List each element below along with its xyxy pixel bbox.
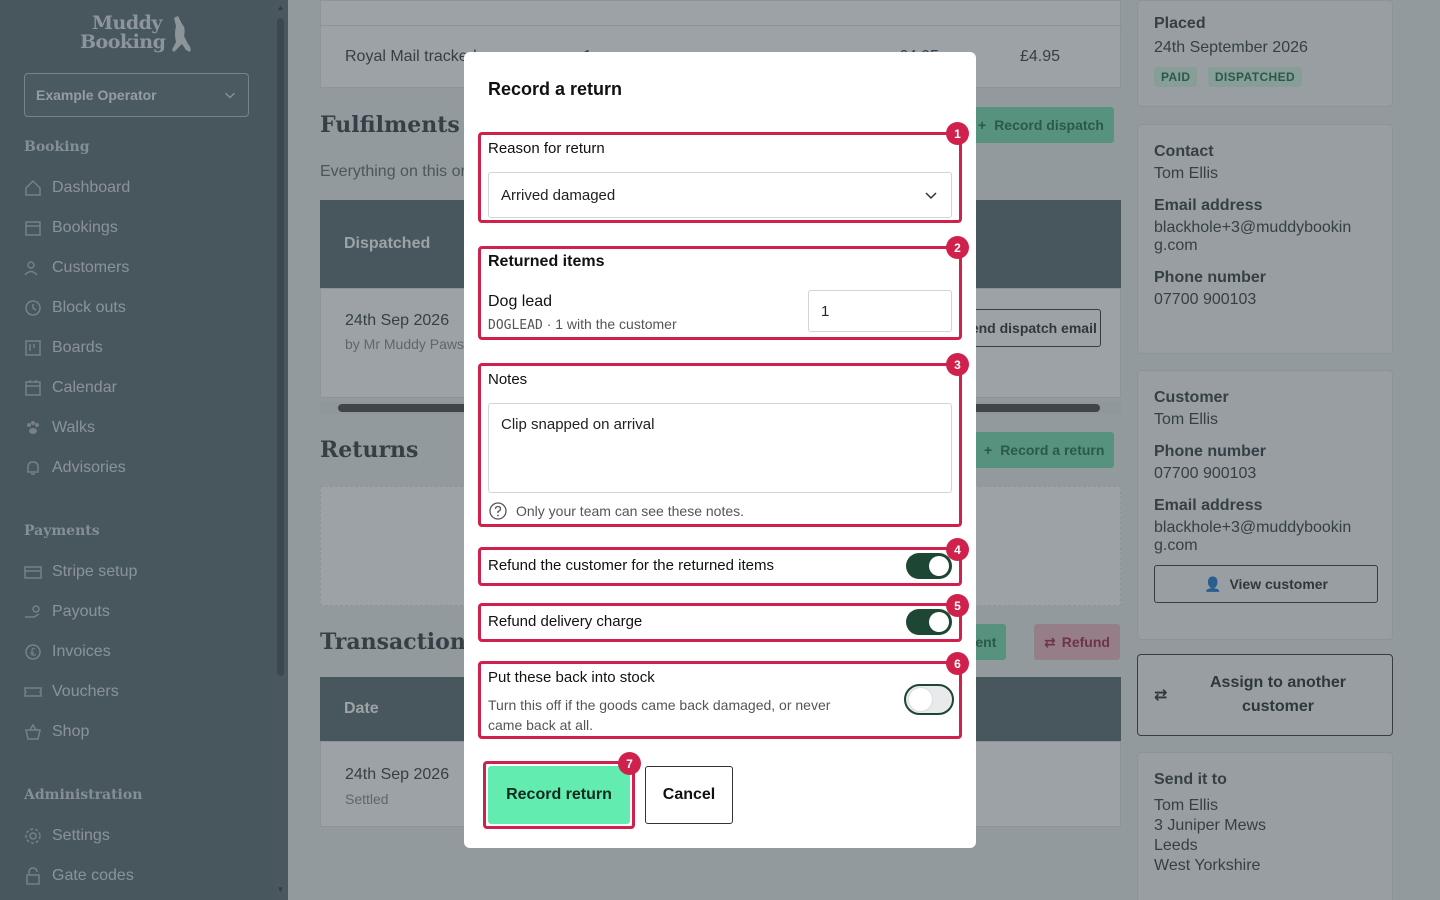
notes-value: Clip snapped on arrival bbox=[501, 416, 655, 433]
refund-delivery-toggle[interactable] bbox=[906, 609, 952, 635]
marker-7: 7 bbox=[618, 752, 641, 775]
record-return-modal: Record a return 1 Reason for return Arri… bbox=[464, 52, 976, 848]
marker-2: 2 bbox=[946, 236, 969, 259]
item-name: Dog lead bbox=[488, 293, 553, 310]
record-return-button[interactable]: Record return bbox=[488, 766, 630, 824]
restock-hint-line2: came back at all. bbox=[488, 717, 594, 733]
marker-1: 1 bbox=[946, 122, 969, 145]
notes-hint-text: Only your team can see these notes. bbox=[516, 503, 745, 519]
marker-5: 5 bbox=[946, 594, 969, 617]
refund-items-label: Refund the customer for the returned ite… bbox=[488, 557, 774, 574]
reason-select[interactable]: Arrived damaged bbox=[488, 172, 952, 218]
toggle-knob bbox=[929, 556, 949, 576]
cancel-label: Cancel bbox=[662, 786, 716, 803]
chevron-down-icon bbox=[925, 192, 937, 200]
item-quantity-input[interactable]: 1 bbox=[808, 290, 952, 332]
item-details: DOGLEAD · 1 with the customer bbox=[488, 316, 677, 333]
restock-hint: Turn this off if the goods came back dam… bbox=[488, 695, 830, 735]
marker-6: 6 bbox=[946, 652, 969, 675]
reason-select-value: Arrived damaged bbox=[501, 186, 616, 204]
notes-label: Notes bbox=[488, 371, 528, 388]
restock-hint-line1: Turn this off if the goods came back dam… bbox=[488, 697, 831, 713]
modal-title: Record a return bbox=[488, 79, 623, 99]
item-note: · 1 with the customer bbox=[546, 316, 677, 332]
returned-items-label: Returned items bbox=[488, 253, 605, 270]
notes-textarea[interactable]: Clip snapped on arrival bbox=[488, 403, 952, 493]
marker-3: 3 bbox=[946, 353, 969, 376]
item-sku: DOGLEAD bbox=[488, 318, 543, 333]
toggle-knob bbox=[929, 612, 949, 632]
cancel-button[interactable]: Cancel bbox=[645, 766, 733, 824]
reason-label: Reason for return bbox=[488, 140, 605, 157]
toggle-knob bbox=[909, 688, 932, 711]
refund-items-toggle[interactable] bbox=[906, 553, 952, 579]
question-circle-icon bbox=[489, 502, 507, 520]
restock-toggle[interactable] bbox=[904, 684, 954, 715]
item-quantity-value: 1 bbox=[821, 302, 830, 320]
marker-4: 4 bbox=[946, 538, 969, 561]
record-return-label: Record return bbox=[506, 786, 612, 803]
notes-hint: Only your team can see these notes. bbox=[488, 501, 744, 521]
refund-delivery-label: Refund delivery charge bbox=[488, 613, 643, 630]
restock-label: Put these back into stock bbox=[488, 669, 655, 686]
